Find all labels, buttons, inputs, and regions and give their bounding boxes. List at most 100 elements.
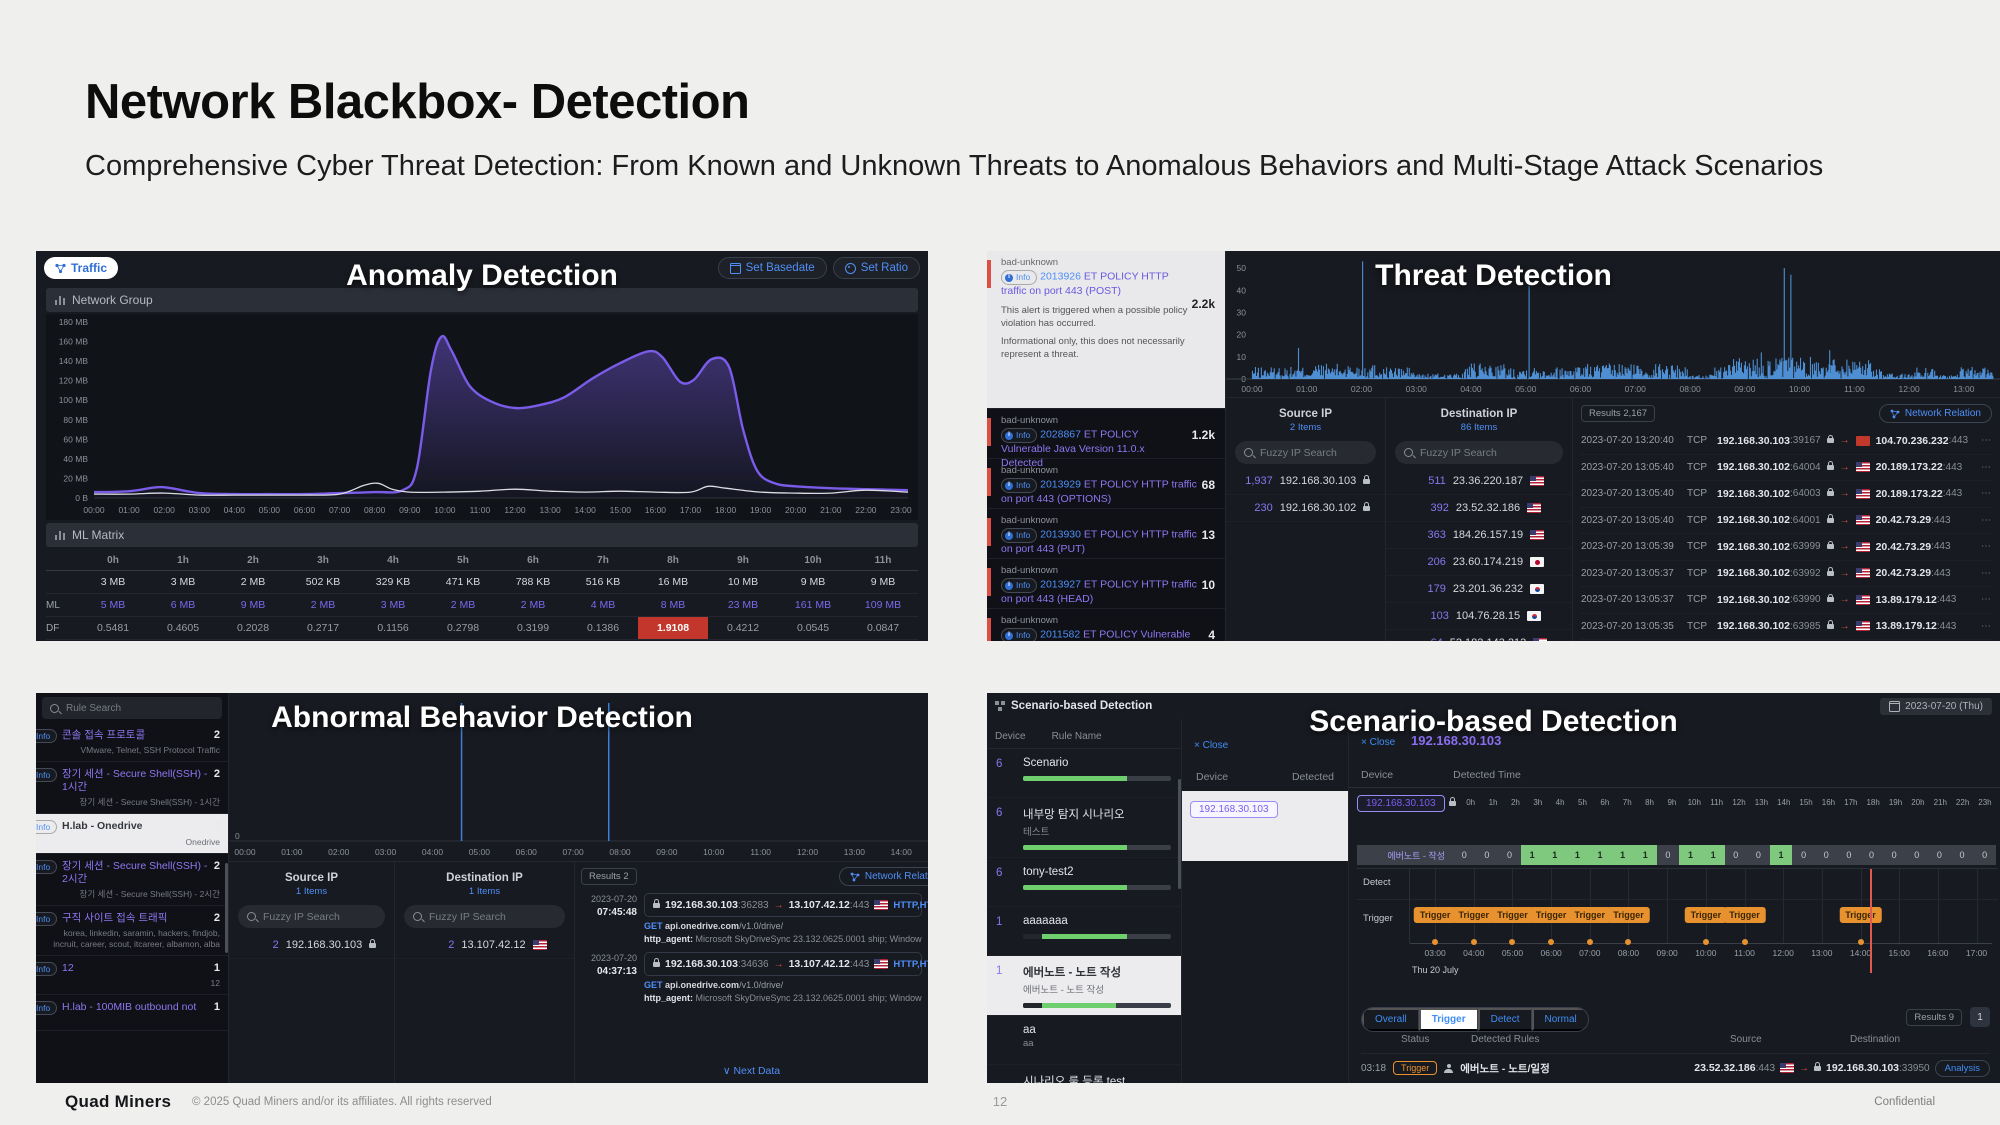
fuzzy-ip-search-input[interactable] <box>1418 446 1554 460</box>
session-row[interactable]: 2023-07-20 13:05:37 TCP 192.168.30.102:6… <box>1581 587 1992 614</box>
fuzzy-ip-search[interactable] <box>1395 441 1563 464</box>
next-data-link[interactable]: ∨ Next Data <box>575 1065 928 1077</box>
destination-ip-row[interactable]: 392 23.52.32.186 <box>1386 495 1572 522</box>
network-group-section-header[interactable]: Network Group <box>46 288 918 312</box>
alert-list-item[interactable]: bad-unknown iInfo 2011582 ET POLICY Vuln… <box>987 609 1225 641</box>
destination-ip-row[interactable]: 179 23.201.36.232 <box>1386 576 1572 603</box>
alert-list-item[interactable]: bad-unknown iInfo 2013930 ET POLICY HTTP… <box>987 509 1225 559</box>
network-relation-button[interactable]: Network Relation <box>1879 404 1992 423</box>
device-ip-chip[interactable]: 192.168.30.103 <box>1357 795 1445 812</box>
scenario-rule-item[interactable]: 1 에버노트 - 노트 작성 에버노트 - 노트 작성 <box>987 956 1181 1016</box>
rule-list-item[interactable]: iInfo H.lab - 100MIB outbound not 1 <box>36 995 228 1031</box>
svg-text:01:00: 01:00 <box>1296 384 1317 394</box>
trigger-chip[interactable]: Trigger <box>1453 907 1496 923</box>
rule-list-item[interactable]: iInfo 구직 사이트 접속 트래픽 2 korea, linkedin, s… <box>36 906 228 956</box>
scenario-rule-item[interactable]: 6 tony-test2 <box>987 858 1181 907</box>
date-badge[interactable]: 2023-07-20 (Thu) <box>1880 698 1992 715</box>
trigger-chip[interactable]: Trigger <box>1414 907 1457 923</box>
session-row[interactable]: 2023-07-20 13:05:35 TCP 192.168.30.102:6… <box>1581 614 1992 641</box>
scenario-rule-item[interactable]: aa aa <box>987 1016 1181 1065</box>
rule-list-item[interactable]: iInfo 장기 세션 - Secure Shell(SSH) - 2시간 2 … <box>36 854 228 906</box>
destination-ip-row[interactable]: 64 52.182.143.212 <box>1386 630 1572 641</box>
ml-matrix-section-header[interactable]: ML Matrix <box>46 523 918 547</box>
session-row[interactable]: 2023-07-20 13:05:40 TCP 192.168.30.102:6… <box>1581 481 1992 508</box>
destination-ip-row[interactable]: 103 104.76.28.15 <box>1386 603 1572 630</box>
more-actions-icon[interactable]: ⋯ <box>1981 488 1992 499</box>
source-ip-row[interactable]: 230 192.168.30.102 <box>1226 495 1385 522</box>
trigger-chip[interactable]: Trigger <box>1569 907 1612 923</box>
ip-address: 192.168.30.102 <box>1280 502 1356 514</box>
source-ip-row[interactable]: 2 192.168.30.103 <box>229 932 394 959</box>
destination-ip-row[interactable]: 206 23.60.174.219 <box>1386 549 1572 576</box>
rule-list-item[interactable]: iInfo 콘솔 접속 프로토콜 2 VMware, Telnet, SSH P… <box>36 723 228 762</box>
status-filter-button[interactable]: Normal <box>1532 1008 1588 1031</box>
country-flag-icon <box>1856 621 1870 631</box>
fuzzy-ip-search-input[interactable] <box>1258 446 1367 460</box>
fuzzy-ip-search[interactable] <box>1235 441 1376 464</box>
rule-search-input[interactable] <box>64 702 214 715</box>
fuzzy-ip-search-input[interactable] <box>261 910 376 924</box>
network-relation-button[interactable]: Network Relation <box>839 867 928 886</box>
fuzzy-ip-search[interactable] <box>404 905 565 928</box>
alert-list-item[interactable]: bad-unknown iInfo 2013929 ET POLICY HTTP… <box>987 459 1225 509</box>
more-actions-icon[interactable]: ⋯ <box>1981 594 1992 605</box>
status-filter-button[interactable]: Detect <box>1478 1008 1532 1031</box>
alert-list-item[interactable]: bad-unknown iInfo 2028867 ET POLICY Vuln… <box>987 409 1225 459</box>
more-actions-icon[interactable]: ⋯ <box>1981 435 1992 446</box>
close-link[interactable]: × Close <box>1194 740 1228 751</box>
close-link[interactable]: × Close <box>1361 737 1395 748</box>
source-ip-row[interactable]: 1,937 192.168.30.103 <box>1226 468 1385 495</box>
trigger-chip[interactable]: Trigger <box>1530 907 1573 923</box>
scenario-rule-item[interactable]: 6 내부망 탐지 시나리오 테스트 <box>987 798 1181 858</box>
session-flow-box[interactable]: 192.168.30.103:36283 → 13.107.42.12:443 … <box>644 893 922 917</box>
session-row[interactable]: 2023-07-20 13:05:39 TCP 192.168.30.102:6… <box>1581 534 1992 561</box>
more-actions-icon[interactable]: ⋯ <box>1981 462 1992 473</box>
detection-table-row[interactable]: 03:18 Trigger 에버노트 - 노트/일정 23.52.32.186:… <box>1361 1053 1990 1082</box>
rule-search[interactable] <box>42 697 222 719</box>
destination-ip-row[interactable]: 2 13.107.42.12 <box>395 932 574 959</box>
session-detail-row[interactable]: 2023-07-2007:45:48 192.168.30.103:36283 … <box>581 893 922 945</box>
more-actions-icon[interactable]: ⋯ <box>1981 568 1992 579</box>
scenario-rule-item[interactable]: 6 Scenario <box>987 749 1181 798</box>
scenario-rule-item[interactable]: 시나리오 룰 등록 test 시나리오 룰 등록 <box>987 1065 1181 1083</box>
fuzzy-ip-search-input[interactable] <box>427 910 556 924</box>
destination-ip-row[interactable]: 363 184.26.157.19 <box>1386 522 1572 549</box>
alert-list-item[interactable]: bad-unknown iInfo 2013927 ET POLICY HTTP… <box>987 559 1225 609</box>
svg-text:06:00: 06:00 <box>294 505 316 515</box>
page-button[interactable]: 1 <box>1970 1007 1990 1027</box>
session-row[interactable]: 2023-07-20 13:05:37 TCP 192.168.30.102:6… <box>1581 561 1992 588</box>
network-relation-label: Network Relation <box>1905 408 1981 419</box>
status-filter-button[interactable]: Trigger <box>1419 1008 1478 1031</box>
trigger-chip[interactable]: Trigger <box>1723 907 1766 923</box>
trigger-chip[interactable]: Trigger <box>1839 907 1882 923</box>
rule-list-item[interactable]: iInfo H.lab - Onedrive 2 Onedrive <box>36 814 228 853</box>
set-ratio-button[interactable]: Set Ratio <box>833 257 920 279</box>
more-actions-icon[interactable]: ⋯ <box>1981 621 1992 632</box>
svg-text:01:00: 01:00 <box>281 847 302 857</box>
status-filter-button[interactable]: Overall <box>1362 1008 1419 1031</box>
alert-list-item[interactable]: bad-unknown iInfo 2013926 ET POLICY HTTP… <box>987 251 1225 409</box>
device-ip-chip[interactable]: 192.168.30.103 <box>1190 801 1278 818</box>
selected-device-row[interactable]: 192.168.30.103 <box>1182 791 1348 861</box>
more-actions-icon[interactable]: ⋯ <box>1981 541 1992 552</box>
rule-list-item[interactable]: iInfo 12 1 12 <box>36 956 228 995</box>
session-flow-box[interactable]: 192.168.30.103:34636 → 13.107.42.12:443 … <box>644 952 922 976</box>
rule-count: 2 <box>214 768 220 794</box>
trigger-chip[interactable]: Trigger <box>1491 907 1534 923</box>
session-detail-row[interactable]: 2023-07-2004:37:13 192.168.30.103:34636 … <box>581 952 922 1004</box>
analysis-button[interactable]: Analysis <box>1935 1060 1990 1077</box>
destination-ip-row[interactable]: 511 23.36.220.187 <box>1386 468 1572 495</box>
rule-list-item[interactable]: iInfo 장기 세션 - Secure Shell(SSH) - 1시간 2 … <box>36 762 228 814</box>
session-row[interactable]: 2023-07-20 13:20:40 TCP 192.168.30.103:3… <box>1581 428 1992 455</box>
more-actions-icon[interactable]: ⋯ <box>1981 515 1992 526</box>
session-row[interactable]: 2023-07-20 13:05:40 TCP 192.168.30.102:6… <box>1581 508 1992 535</box>
trigger-chip[interactable]: Trigger <box>1685 907 1728 923</box>
trigger-chip[interactable]: Trigger <box>1607 907 1650 923</box>
set-basedate-button[interactable]: Set Basedate <box>718 257 827 279</box>
fuzzy-ip-search[interactable] <box>238 905 385 928</box>
rule-count: 2 <box>214 860 220 886</box>
scenario-rule-item[interactable]: 1 aaaaaaa <box>987 907 1181 956</box>
alert-category: bad-unknown <box>1001 615 1204 626</box>
traffic-button[interactable]: Traffic <box>44 257 118 279</box>
session-row[interactable]: 2023-07-20 13:05:40 TCP 192.168.30.102:6… <box>1581 455 1992 482</box>
